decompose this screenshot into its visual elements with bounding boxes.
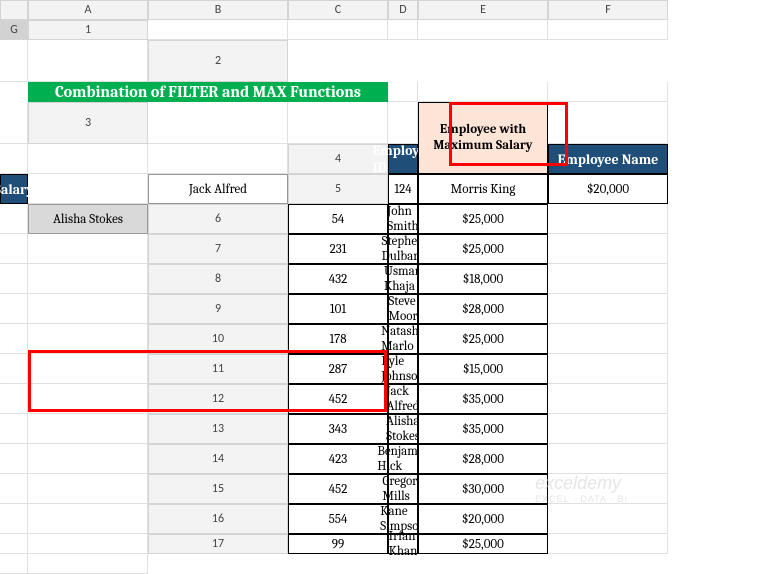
table-cell[interactable]: $28,000 <box>418 294 548 324</box>
table-cell[interactable]: Morris King <box>418 174 548 204</box>
table-cell[interactable]: Alisha Stokes <box>388 414 418 444</box>
result-cell-2[interactable]: Alisha Stokes <box>28 204 148 234</box>
title-bar: Combination of FILTER and MAX Functions <box>28 82 388 102</box>
table-cell[interactable]: 99 <box>288 534 388 554</box>
result-cell-1[interactable]: Jack Alfred <box>148 174 288 204</box>
table-cell[interactable]: 432 <box>288 264 388 294</box>
side-label: Employee with Maximum Salary <box>418 102 548 174</box>
table-cell[interactable]: 423 <box>288 444 388 474</box>
table-cell[interactable]: $35,000 <box>418 384 548 414</box>
table-cell[interactable]: Benjamin Hick <box>388 444 418 474</box>
row-header-7[interactable]: 7 <box>148 234 288 264</box>
table-cell[interactable]: Steve Moor <box>388 294 418 324</box>
table-cell[interactable]: Irfan Khan <box>388 534 418 554</box>
table-cell[interactable]: 554 <box>288 504 388 534</box>
row-header-3[interactable]: 3 <box>28 102 148 144</box>
row-header-2[interactable]: 2 <box>148 40 288 82</box>
table-cell[interactable]: 452 <box>288 474 388 504</box>
row-header-6[interactable]: 6 <box>148 204 288 234</box>
table-cell[interactable]: Natasha Marlo <box>388 324 418 354</box>
table-cell[interactable]: $18,000 <box>418 264 548 294</box>
table-cell[interactable]: 178 <box>288 324 388 354</box>
column-header-E[interactable]: E <box>418 0 548 20</box>
column-header-C[interactable]: C <box>288 0 388 20</box>
row-header-5[interactable]: 5 <box>288 174 388 204</box>
table-cell[interactable]: Gregory Mills <box>388 474 418 504</box>
table-cell[interactable]: 343 <box>288 414 388 444</box>
table-cell[interactable]: Usman Khaja <box>388 264 418 294</box>
row-header-12[interactable]: 12 <box>148 384 288 414</box>
table-cell[interactable]: $35,000 <box>418 414 548 444</box>
table-cell[interactable]: $30,000 <box>418 474 548 504</box>
column-header-G[interactable]: G <box>0 20 28 40</box>
column-header-F[interactable]: F <box>548 0 668 20</box>
table-cell[interactable]: 54 <box>288 204 388 234</box>
table-cell[interactable]: $28,000 <box>418 444 548 474</box>
table-cell[interactable]: $25,000 <box>418 204 548 234</box>
table-cell[interactable]: Kyle Johnson <box>388 354 418 384</box>
table-cell[interactable]: 124 <box>388 174 418 204</box>
row-header-14[interactable]: 14 <box>148 444 288 474</box>
row-header-10[interactable]: 10 <box>148 324 288 354</box>
table-header-salary[interactable]: Salary <box>0 174 28 204</box>
row-header-1[interactable]: 1 <box>28 20 148 40</box>
table-cell[interactable]: $25,000 <box>418 234 548 264</box>
table-cell[interactable]: $25,000 <box>418 324 548 354</box>
table-cell[interactable]: $15,000 <box>418 354 548 384</box>
table-cell[interactable]: Stephen Dulbarg <box>388 234 418 264</box>
table-header-id[interactable]: Employee ID <box>388 144 418 174</box>
column-header-D[interactable]: D <box>388 0 418 20</box>
table-cell[interactable]: 101 <box>288 294 388 324</box>
table-cell[interactable]: John Smith <box>388 204 418 234</box>
corner-cell[interactable] <box>0 0 28 20</box>
column-header-B[interactable]: B <box>148 0 288 20</box>
table-cell[interactable]: 231 <box>288 234 388 264</box>
row-header-16[interactable]: 16 <box>148 504 288 534</box>
table-header-name[interactable]: Employee Name <box>548 144 668 174</box>
table-cell[interactable]: 287 <box>288 354 388 384</box>
table-cell[interactable]: Jack Alfred <box>388 384 418 414</box>
row-header-11[interactable]: 11 <box>148 354 288 384</box>
spreadsheet-grid: ABCDEFG12Combination of FILTER and MAX F… <box>0 0 768 574</box>
table-cell[interactable]: $20,000 <box>418 504 548 534</box>
row-header-9[interactable]: 9 <box>148 294 288 324</box>
row-header-8[interactable]: 8 <box>148 264 288 294</box>
row-header-17[interactable]: 17 <box>148 534 288 554</box>
row-header-15[interactable]: 15 <box>148 474 288 504</box>
table-cell[interactable]: $20,000 <box>548 174 668 204</box>
column-header-A[interactable]: A <box>28 0 148 20</box>
table-cell[interactable]: 452 <box>288 384 388 414</box>
row-header-13[interactable]: 13 <box>148 414 288 444</box>
table-cell[interactable]: $25,000 <box>418 534 548 554</box>
